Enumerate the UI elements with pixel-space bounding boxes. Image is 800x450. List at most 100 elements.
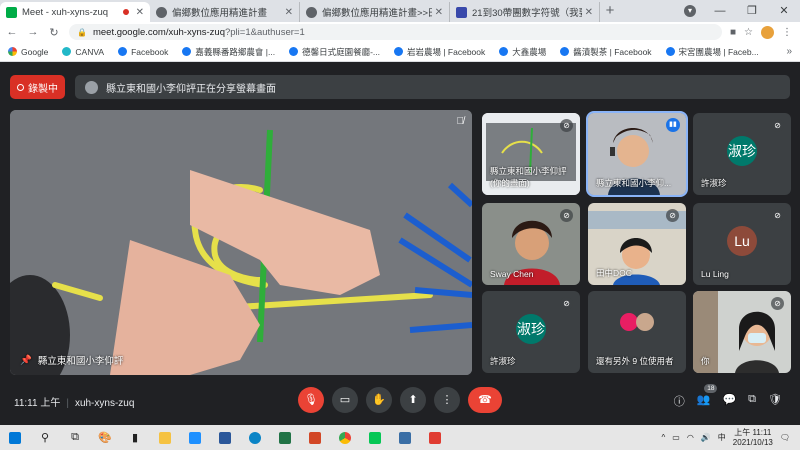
participant-name: 你 xyxy=(701,356,710,366)
close-tab-icon[interactable]: ✕ xyxy=(136,7,144,18)
activities-icon[interactable]: ⧉ xyxy=(748,393,756,409)
tab-3[interactable]: 偏鄉數位應用精進計畫>>田中DOC ✕ xyxy=(300,2,450,22)
file-explorer-icon[interactable] xyxy=(150,425,180,450)
bookmark-4[interactable]: 嘉義縣番路鄉農會 |... xyxy=(182,46,275,58)
participant-tile-speaking[interactable]: ▮▮ 縣立東和國小李仰... xyxy=(586,111,688,197)
line-icon[interactable] xyxy=(360,425,390,450)
paint-icon[interactable]: 🎨 xyxy=(90,425,120,450)
tab-2[interactable]: 偏鄉數位應用精進計畫 ✕ xyxy=(150,2,300,22)
tab-meet[interactable]: Meet - xuh-xyns-zuq ✕ xyxy=(0,2,150,22)
globe-icon xyxy=(156,6,167,18)
task-view-icon[interactable]: ⧉ xyxy=(60,425,90,450)
chat-icon[interactable]: 💬 xyxy=(722,393,736,409)
bookmark-7[interactable]: 大鑫農場 xyxy=(499,46,546,58)
participant-name: Lu Ling xyxy=(701,269,729,279)
powerpoint-icon[interactable] xyxy=(300,425,330,450)
ime-indicator[interactable]: 中 xyxy=(718,432,726,443)
app-icon[interactable] xyxy=(390,425,420,450)
device-icon[interactable]: ▮ xyxy=(120,425,150,450)
avatar: 淑珍 xyxy=(516,314,546,344)
network-icon[interactable]: ▭ xyxy=(672,433,680,442)
bookmark-9[interactable]: 宋宮團農場 | Faceb... xyxy=(665,46,759,58)
profile-avatar[interactable] xyxy=(761,25,774,39)
calendar-icon[interactable] xyxy=(180,425,210,450)
bookmark-5[interactable]: 德馨日式庭園餐廳-... xyxy=(289,46,380,58)
self-tile[interactable]: ⊘ 你 xyxy=(693,291,791,373)
participant-tile-camera[interactable]: ⊘ 田中DOC xyxy=(588,203,686,285)
tab-title: 偏鄉數位應用精進計畫>>田中DOC xyxy=(322,8,432,19)
host-controls-icon[interactable]: 🛡 xyxy=(768,393,782,409)
wifi-icon[interactable]: ◠ xyxy=(687,433,694,442)
meeting-info: 11:11 上午 | xuh-xyns-zuq xyxy=(14,398,135,409)
participant-tile-avatar[interactable]: ⊘ 淑珍 許淑珍 xyxy=(693,113,791,195)
tab-search-icon[interactable]: ▾ xyxy=(684,5,696,17)
bookmarks-bar: Google CANVA Facebook 嘉義縣番路鄉農會 |... 德馨日式… xyxy=(0,42,800,62)
lock-icon[interactable]: 🔒 xyxy=(77,28,87,37)
maximize-button[interactable]: ❐ xyxy=(736,0,768,22)
browser-toolbar: ← → ↻ 🔒 meet.google.com/xuh-xyns-zuq ?pli… xyxy=(0,22,800,42)
close-tab-icon[interactable]: ✕ xyxy=(285,7,293,18)
mic-off-icon: ⊘ xyxy=(771,209,784,222)
address-bar[interactable]: 🔒 meet.google.com/xuh-xyns-zuq ?pli=1&aut… xyxy=(69,24,722,40)
tab-strip: Meet - xuh-xyns-zuq ✕ 偏鄉數位應用精進計畫 ✕ 偏鄉數位應… xyxy=(0,0,800,22)
search-icon[interactable]: ⚲ xyxy=(30,425,60,450)
participant-subtitle: (你的畫面) xyxy=(490,178,530,188)
present-button[interactable]: ⬆ xyxy=(400,387,426,413)
back-button[interactable]: ← xyxy=(3,26,21,38)
bookmark-6[interactable]: 岩岩農場 | Facebook xyxy=(394,46,485,58)
participant-name: 許淑珍 xyxy=(490,356,516,366)
raise-hand-button[interactable]: ✋ xyxy=(366,387,392,413)
window-controls: — ❐ ✕ xyxy=(704,0,800,22)
reload-button[interactable]: ↻ xyxy=(45,26,63,39)
volume-icon[interactable]: 🔊 xyxy=(701,433,711,442)
start-button[interactable] xyxy=(0,425,30,450)
more-options-button[interactable]: ⋮ xyxy=(434,387,460,413)
people-button[interactable]: 👥 18 xyxy=(697,384,718,409)
word-icon[interactable] xyxy=(210,425,240,450)
menu-icon[interactable]: ⋮ xyxy=(782,27,792,38)
camera-toggle-button[interactable]: ▭ xyxy=(332,387,358,413)
forward-button[interactable]: → xyxy=(24,26,42,38)
avatar: 淑珍 xyxy=(727,136,757,166)
bookmark-facebook[interactable]: Facebook xyxy=(118,47,168,57)
bookmark-8[interactable]: 醬漬製茶 | Facebook xyxy=(560,46,652,58)
bookmark-google[interactable]: Google xyxy=(8,47,48,57)
recording-badge[interactable]: 錄製中 xyxy=(10,75,65,99)
pin-icon[interactable]: 📌 xyxy=(20,355,32,366)
participant-name: Sway Chen xyxy=(490,269,534,279)
minimize-button[interactable]: — xyxy=(704,0,736,22)
leave-call-button[interactable]: ☎ xyxy=(468,387,502,413)
participant-tile-avatar[interactable]: ⊘ Lu Lu Ling xyxy=(693,203,791,285)
tray-chevron-icon[interactable]: ^ xyxy=(662,433,666,442)
close-window-button[interactable]: ✕ xyxy=(768,0,800,22)
edge-icon[interactable] xyxy=(240,425,270,450)
mic-toggle-button[interactable]: 🎙 xyxy=(298,387,324,413)
globe-icon xyxy=(306,6,317,18)
site-icon xyxy=(456,6,467,18)
info-icon[interactable]: ⓘ xyxy=(674,393,685,409)
close-tab-icon[interactable]: ✕ xyxy=(435,7,443,18)
tab-4[interactable]: 21到30帶團數字符號（我要戲劇 ✕ xyxy=(450,2,600,22)
notifications-icon[interactable]: 🗨 xyxy=(780,433,790,442)
participant-tile-avatar[interactable]: ⊘ 淑珍 許淑珍 xyxy=(482,291,580,373)
chrome-icon[interactable] xyxy=(330,425,360,450)
mic-off-icon: 🎙̸ xyxy=(456,116,465,127)
call-controls: 🎙 ▭ ✋ ⬆ ⋮ ☎ xyxy=(298,387,502,413)
new-tab-button[interactable]: + xyxy=(600,2,620,22)
excel-icon[interactable] xyxy=(270,425,300,450)
main-video[interactable]: 🎙̸ 📌 縣立東和國小李仰評 xyxy=(10,110,472,375)
recorder-icon[interactable] xyxy=(420,425,450,450)
clock[interactable]: 上午 11:11 2021/10/13 xyxy=(733,428,773,448)
more-bookmarks-icon[interactable]: » xyxy=(786,46,792,57)
bookmark-canva[interactable]: CANVA xyxy=(62,47,104,57)
star-icon[interactable]: ☆ xyxy=(744,27,753,38)
participant-name: 縣立東和國小李仰... xyxy=(596,178,672,188)
participant-tile-camera[interactable]: ⊘ Sway Chen xyxy=(482,203,580,285)
more-participants-tile[interactable]: 還有另外 9 位使用者 xyxy=(588,291,686,373)
mic-off-icon: ⊘ xyxy=(560,209,573,222)
close-tab-icon[interactable]: ✕ xyxy=(585,7,593,18)
participant-tile-screen[interactable]: ⊘ 縣立東和國小李仰評 (你的畫面) xyxy=(482,113,580,195)
meeting-code: xuh-xyns-zuq xyxy=(74,398,135,409)
participant-name: 田中DOC xyxy=(596,268,632,278)
camera-icon[interactable]: ■ xyxy=(730,27,736,38)
